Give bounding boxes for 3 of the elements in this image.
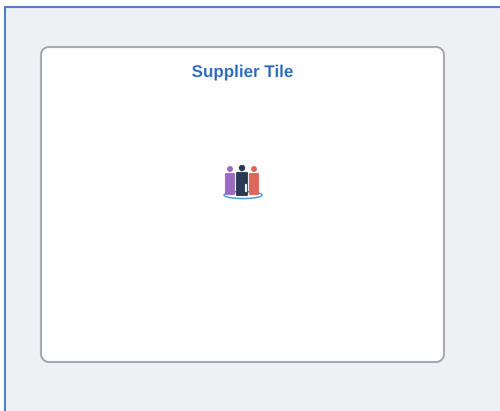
people-group-icon — [222, 165, 264, 200]
tile-title: Supplier Tile — [192, 61, 294, 83]
supplier-tile[interactable]: Supplier Tile — [40, 46, 445, 363]
